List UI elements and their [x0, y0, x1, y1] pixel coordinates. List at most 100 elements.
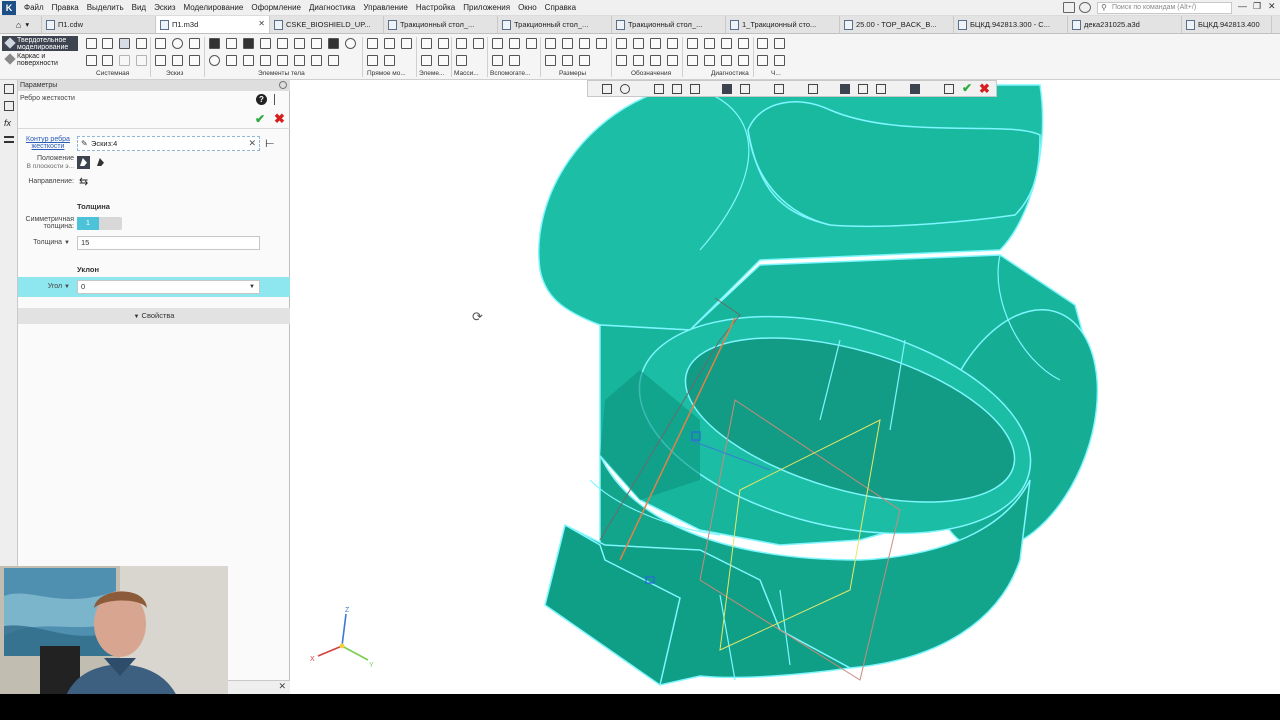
point-icon[interactable]	[421, 38, 432, 49]
roughness-icon[interactable]	[633, 38, 644, 49]
close-tab-icon[interactable]: ✕	[258, 19, 265, 28]
maximize-icon[interactable]: ❐	[1253, 1, 1261, 12]
rotate-icon[interactable]	[654, 84, 664, 94]
delete-face-icon[interactable]	[401, 38, 412, 49]
pattern-circular-icon[interactable]	[473, 38, 484, 49]
open-file-icon[interactable]	[102, 38, 113, 49]
menu-drawing[interactable]: Оформление	[247, 3, 305, 12]
menu-settings[interactable]: Настройка	[412, 3, 459, 12]
tab-document[interactable]: Тракционный стол_...	[498, 16, 612, 33]
menu-sketch[interactable]: Эскиз	[150, 3, 179, 12]
check-icon[interactable]	[721, 38, 732, 49]
table-icon[interactable]	[687, 55, 698, 66]
redo-icon[interactable]	[136, 55, 147, 66]
close-panel-icon[interactable]: ✕	[278, 681, 286, 692]
tab-document[interactable]: дека231025.a3d	[1068, 16, 1182, 33]
diameter-dim-icon[interactable]	[562, 38, 573, 49]
tab-document[interactable]: 1_Тракционный сто...	[726, 16, 840, 33]
coordinate-system-icon[interactable]	[602, 84, 612, 94]
model-body[interactable]	[538, 84, 1128, 686]
sweep-icon[interactable]	[260, 38, 271, 49]
undo-icon[interactable]	[119, 55, 130, 66]
datum-icon[interactable]	[650, 38, 661, 49]
menu-apps[interactable]: Приложения	[459, 3, 514, 12]
draft-icon[interactable]	[243, 55, 254, 66]
replace-face-icon[interactable]	[367, 55, 378, 66]
tab-document[interactable]: CSKE_BIOSHIELD_UP...	[270, 16, 384, 33]
linear-dim-icon[interactable]	[545, 38, 556, 49]
base-icon[interactable]	[650, 55, 661, 66]
tree-icon[interactable]	[155, 38, 166, 49]
tab-document[interactable]: БЦКД.942813.300 - С...	[954, 16, 1068, 33]
display-mode-icon[interactable]	[740, 84, 750, 94]
direction-swap-icon[interactable]: ⇆	[79, 175, 88, 188]
curvature-icon[interactable]	[738, 55, 749, 66]
zoom-view-icon[interactable]	[620, 84, 630, 94]
menu-manage[interactable]: Управление	[359, 3, 411, 12]
symmetric-thickness-toggle[interactable]: 1	[77, 217, 122, 230]
move-face-icon[interactable]	[367, 38, 378, 49]
mass-icon[interactable]	[704, 38, 715, 49]
properties-expander[interactable]: ▼ Свойства	[18, 308, 290, 324]
tolerance-icon[interactable]	[667, 38, 678, 49]
text-icon[interactable]	[667, 55, 678, 66]
view-confirm-button[interactable]: ✔	[962, 81, 972, 95]
angular-dim-icon[interactable]	[596, 38, 607, 49]
confirm-button[interactable]: ✔	[255, 112, 265, 126]
mirror-icon[interactable]	[277, 55, 288, 66]
new-file-icon[interactable]	[86, 38, 97, 49]
revolve-icon[interactable]	[226, 38, 237, 49]
properties-icon[interactable]	[86, 55, 97, 66]
menu-panel-icon[interactable]	[4, 136, 14, 143]
fillet-sketch-icon[interactable]	[189, 55, 200, 66]
sketch-tree-icon[interactable]: ⊢	[265, 137, 275, 150]
section-icon[interactable]	[738, 38, 749, 49]
command-search-input[interactable]: ⚲ Поиск по командам (Alt+/)	[1097, 2, 1232, 14]
split-icon[interactable]	[311, 55, 322, 66]
plane-icon[interactable]	[492, 38, 503, 49]
tab-document-active[interactable]: П1.m3d ✕	[156, 16, 270, 33]
csys-icon[interactable]	[526, 38, 537, 49]
variables-panel-icon[interactable]: fx	[4, 118, 14, 128]
tab-document[interactable]: БЦКД.942813.400	[1182, 16, 1272, 33]
help-icon[interactable]: ?	[256, 94, 267, 105]
print-icon[interactable]	[136, 38, 147, 49]
edit-face-icon[interactable]	[384, 55, 395, 66]
pattern-curve-icon[interactable]	[456, 55, 467, 66]
line-icon[interactable]	[155, 55, 166, 66]
cut-revolve-icon[interactable]	[294, 38, 305, 49]
angle-select[interactable]: 0 ▼	[77, 280, 260, 294]
selection-filter-icon[interactable]	[876, 84, 886, 94]
tab-document[interactable]: Тракционный стол_...	[384, 16, 498, 33]
auto-dim-icon[interactable]	[545, 55, 556, 66]
arc-dim-icon[interactable]	[579, 55, 590, 66]
fillet-icon[interactable]	[209, 55, 220, 66]
thickness-input[interactable]: 15	[77, 236, 260, 250]
close-window-icon[interactable]: ✕	[1268, 1, 1276, 12]
filter-icon[interactable]	[910, 84, 920, 94]
menu-window[interactable]: Окно	[514, 3, 541, 12]
spline-icon[interactable]	[421, 55, 432, 66]
weld-icon[interactable]	[633, 55, 644, 66]
settings-icon[interactable]	[774, 55, 785, 66]
deviation-icon[interactable]	[721, 55, 732, 66]
mode-wireframe-surfaces-button[interactable]: Каркас и поверхности	[2, 52, 78, 67]
save-all-icon[interactable]	[102, 55, 113, 66]
measure-icon[interactable]	[687, 38, 698, 49]
contour-link[interactable]: Контур ребра жесткости	[22, 136, 74, 150]
3d-viewport[interactable]: Z X Y	[291, 80, 1280, 694]
body-icon[interactable]	[328, 55, 339, 66]
polyline-icon[interactable]	[172, 55, 183, 66]
camera-icon[interactable]	[1079, 2, 1091, 13]
save-icon[interactable]	[119, 38, 130, 49]
zoom-icon[interactable]	[172, 38, 183, 49]
menu-modeling[interactable]: Моделирование	[179, 3, 247, 12]
properties-panel-icon[interactable]	[4, 101, 14, 111]
in-plane-button[interactable]	[77, 156, 90, 169]
orientation-icon[interactable]	[690, 84, 700, 94]
pattern-grid-icon[interactable]	[456, 38, 467, 49]
curve-icon[interactable]	[438, 38, 449, 49]
helix-icon[interactable]	[438, 55, 449, 66]
tab-home[interactable]: ⌂ ▾	[0, 16, 42, 33]
caret-down-icon[interactable]: ▼	[64, 284, 70, 290]
